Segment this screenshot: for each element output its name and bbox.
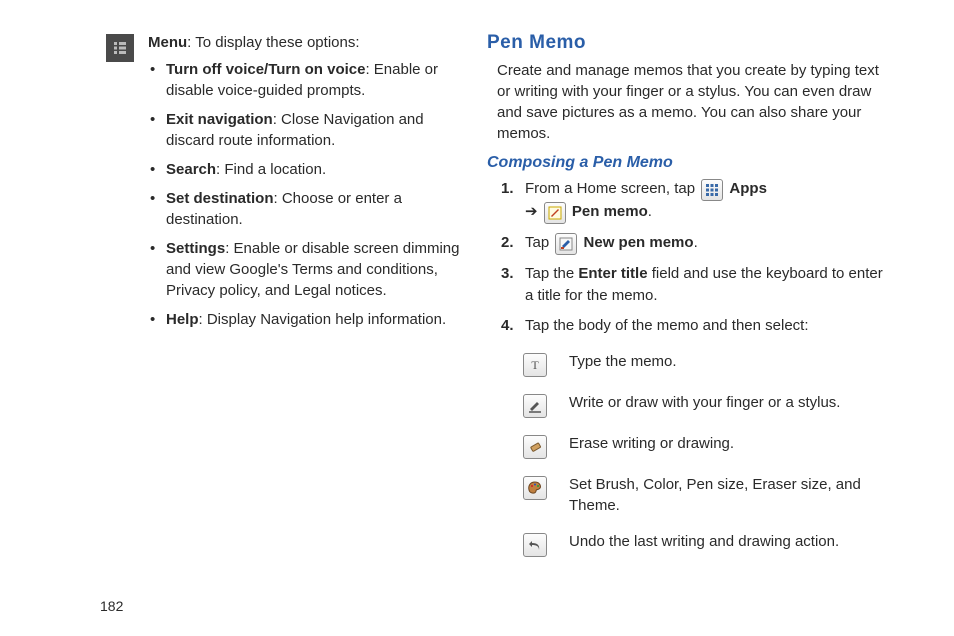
option-erase: Erase writing or drawing. [523, 434, 894, 459]
menu-item: Exit navigation: Close Navigation and di… [148, 109, 467, 151]
step-number: 2. [501, 232, 525, 255]
step-text: Tap the body of the memo and then select… [525, 315, 894, 337]
menu-block: Menu: To display these options: Turn off… [106, 32, 467, 338]
menu-intro: : To display these options: [187, 34, 359, 51]
type-icon: T [523, 353, 547, 377]
menu-item: Help: Display Navigation help informatio… [148, 309, 467, 330]
step-number: 1. [501, 178, 525, 224]
intro-text: Create and manage memos that you create … [497, 60, 894, 144]
step-1: 1. From a Home screen, tap Apps ➔ [501, 178, 894, 224]
subheading-composing: Composing a Pen Memo [487, 154, 894, 172]
step-3: 3. Tap the Enter title field and use the… [501, 263, 894, 307]
step-number: 3. [501, 263, 525, 307]
option-type: T Type the memo. [523, 352, 894, 377]
menu-item: Search: Find a location. [148, 159, 467, 180]
menu-label: Menu [148, 34, 187, 51]
step-2: 2. Tap New pen memo. [501, 232, 894, 255]
svg-text:T: T [531, 358, 539, 372]
step-text: From a Home screen, tap Apps ➔ [525, 178, 894, 224]
page: Menu: To display these options: Turn off… [0, 0, 954, 636]
page-number: 182 [100, 598, 123, 614]
step-4: 4. Tap the body of the memo and then sel… [501, 315, 894, 337]
option-list: T Type the memo. Write or draw with your… [523, 352, 894, 557]
menu-icon [106, 34, 134, 62]
menu-item: Turn off voice/Turn on voice: Enable or … [148, 59, 467, 101]
undo-icon [523, 533, 547, 557]
step-text: Tap the Enter title field and use the ke… [525, 263, 894, 307]
menu-item: Set destination: Choose or enter a desti… [148, 188, 467, 230]
pen-memo-icon [544, 202, 566, 224]
erase-icon [523, 435, 547, 459]
menu-intro-line: Menu: To display these options: [148, 32, 467, 53]
steps-list: 1. From a Home screen, tap Apps ➔ [501, 178, 894, 336]
left-column: Menu: To display these options: Turn off… [20, 32, 477, 616]
menu-item: Settings: Enable or disable screen dimmi… [148, 238, 467, 301]
palette-icon [523, 476, 547, 500]
apps-icon [701, 179, 723, 201]
step-text: Tap New pen memo. [525, 232, 894, 255]
menu-text: Menu: To display these options: Turn off… [148, 32, 467, 338]
new-pen-memo-icon [555, 233, 577, 255]
write-icon [523, 394, 547, 418]
heading-pen-memo: Pen Memo [487, 32, 894, 54]
right-column: Pen Memo Create and manage memos that yo… [477, 32, 934, 616]
option-write: Write or draw with your finger or a styl… [523, 393, 894, 418]
menu-bullets: Turn off voice/Turn on voice: Enable or … [148, 59, 467, 330]
option-palette: Set Brush, Color, Pen size, Eraser size,… [523, 475, 894, 516]
step-number: 4. [501, 315, 525, 337]
option-undo: Undo the last writing and drawing action… [523, 532, 894, 557]
